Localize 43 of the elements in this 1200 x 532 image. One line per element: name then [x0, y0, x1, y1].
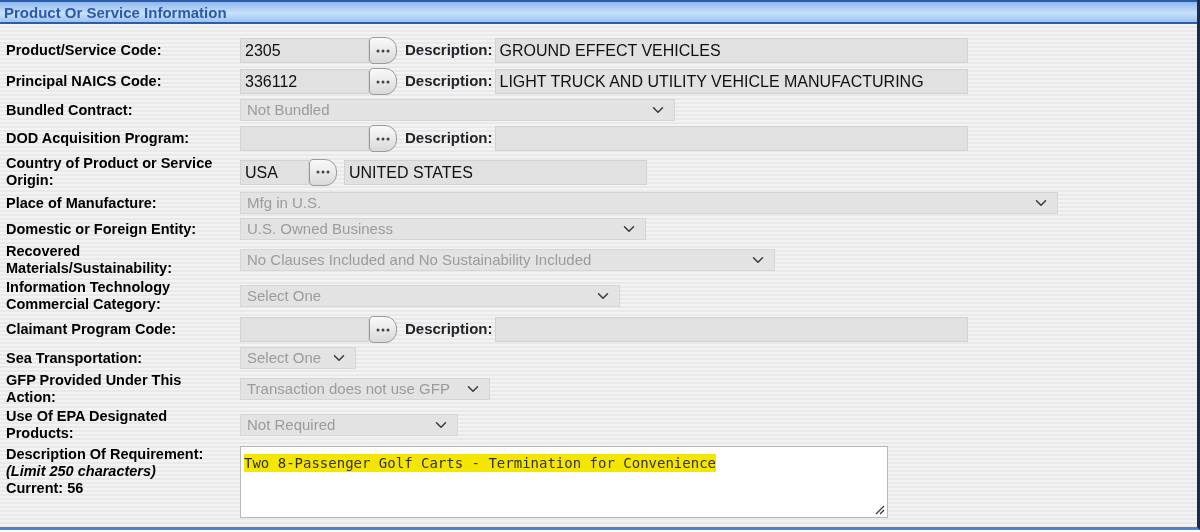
- description-label: Description:: [405, 128, 493, 149]
- field-label: Place of Manufacture:: [6, 194, 158, 212]
- description-label: Description:: [405, 319, 493, 340]
- field-label: Domestic or Foreign Entity:: [6, 220, 198, 238]
- description-textarea[interactable]: Two 8-Passenger Golf Carts - Termination for Convenience: [240, 446, 888, 518]
- field-label: DOD Acquisition Program:: [6, 130, 191, 147]
- dots-icon: [376, 136, 390, 141]
- field-label: Recovered Materials/Sustainability:: [6, 243, 173, 277]
- description-field[interactable]: LIGHT TRUCK AND UTILITY VEHICLE MANUFACTURING: [494, 69, 968, 94]
- field-label: Country of Product or Service Origin:: [6, 155, 214, 189]
- field-label: Principal NAICS Code:: [6, 73, 163, 90]
- description-label: Description:: [405, 40, 493, 61]
- lookup-button[interactable]: [369, 37, 397, 64]
- field-label: Product/Service Code:: [6, 42, 163, 59]
- requirement-label: Description Of Requirement:: [6, 446, 205, 463]
- resize-grip-icon[interactable]: [875, 505, 885, 515]
- field-label: Bundled Contract:: [6, 101, 134, 119]
- dots-icon: [376, 327, 390, 332]
- description-field[interactable]: GROUND EFFECT VEHICLES: [494, 38, 968, 63]
- limit-note: (Limit 250 characters): [6, 463, 157, 480]
- description-label: Description:: [405, 71, 493, 92]
- code-field[interactable]: USA: [240, 159, 309, 185]
- lookup-button[interactable]: [369, 68, 397, 95]
- dots-icon: [316, 170, 330, 174]
- character-counter: Current: 56: [6, 480, 85, 497]
- lookup-button[interactable]: [309, 158, 337, 186]
- code-field[interactable]: 336112: [240, 69, 369, 94]
- code-field[interactable]: [240, 126, 369, 151]
- dots-icon: [376, 48, 390, 53]
- lookup-button[interactable]: [369, 316, 397, 343]
- field-label: Use Of EPA Designated Products:: [6, 408, 169, 442]
- section-header: Product Or Service Information: [0, 0, 1197, 24]
- description-field[interactable]: [494, 126, 968, 151]
- field-label: Sea Transportation:: [6, 349, 144, 367]
- code-field[interactable]: 2305: [240, 38, 369, 63]
- lookup-button[interactable]: [369, 125, 397, 152]
- description-field[interactable]: [494, 317, 968, 342]
- field-label: Information Technology Commercial Category:: [6, 279, 172, 313]
- field-label: GFP Provided Under This Action:: [6, 372, 183, 406]
- field-label: Claimant Program Code:: [6, 321, 177, 338]
- dots-icon: [376, 79, 390, 84]
- description-field[interactable]: UNITED STATES: [344, 159, 647, 185]
- code-field[interactable]: [240, 317, 369, 342]
